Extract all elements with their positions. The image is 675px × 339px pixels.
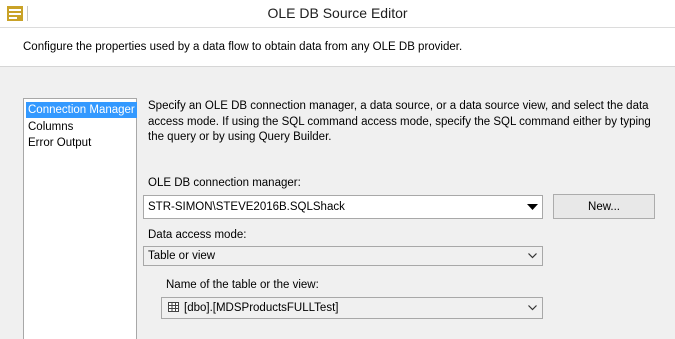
connection-manager-combo[interactable]: STR-SIMON\STEVE2016B.SQLShack xyxy=(143,195,543,219)
nav-item-error-output[interactable]: Error Output xyxy=(26,135,93,151)
page-nav-list: Connection Manager Columns Error Output xyxy=(23,98,137,339)
dropdown-arrow-icon[interactable] xyxy=(522,196,542,218)
header-band: Configure the properties used by a data … xyxy=(0,28,675,66)
chevron-down-icon[interactable] xyxy=(522,298,542,318)
connection-manager-value: STR-SIMON\STEVE2016B.SQLShack xyxy=(148,201,345,213)
title-bar: OLE DB Source Editor xyxy=(0,0,675,28)
nav-item-connection-manager[interactable]: Connection Manager xyxy=(26,102,137,118)
header-separator xyxy=(0,66,675,67)
access-mode-label: Data access mode: xyxy=(148,229,247,241)
table-view-label: Name of the table or the view: xyxy=(166,279,319,291)
new-connection-button[interactable]: New... xyxy=(553,194,655,219)
table-view-value: [dbo].[MDSProductsFULLTest] xyxy=(184,302,339,314)
nav-item-columns[interactable]: Columns xyxy=(26,119,75,135)
chevron-down-icon[interactable] xyxy=(522,247,542,265)
main-description: Specify an OLE DB connection manager, a … xyxy=(148,100,651,143)
table-icon xyxy=(168,302,179,312)
connection-manager-label: OLE DB connection manager: xyxy=(148,177,301,189)
access-mode-value: Table or view xyxy=(148,250,216,262)
window-title: OLE DB Source Editor xyxy=(267,5,408,21)
table-view-combo[interactable]: [dbo].[MDSProductsFULLTest] xyxy=(161,297,543,319)
access-mode-combo[interactable]: Table or view xyxy=(143,246,543,266)
table-view-value-wrap: [dbo].[MDSProductsFULLTest] xyxy=(168,302,338,314)
header-description: Configure the properties used by a data … xyxy=(23,41,463,53)
